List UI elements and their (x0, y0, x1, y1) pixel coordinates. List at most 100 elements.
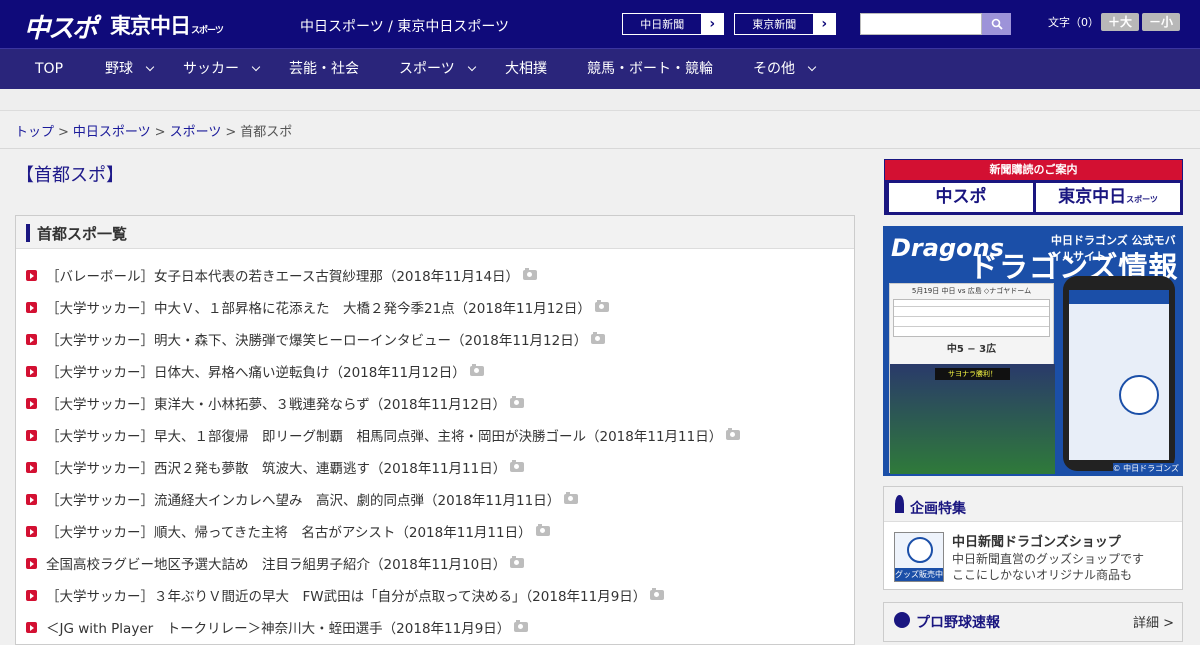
arrow-bullet-icon (26, 430, 37, 441)
mascot-icon (907, 537, 933, 563)
baseball-heading: プロ野球速報 (916, 615, 1000, 631)
list-item[interactable]: ［大学サッカー］３年ぶりＶ間近の早大 FW武田は「自分が点取って決める」（201… (16, 578, 856, 610)
subscribe-chuspo[interactable]: 中スポ (889, 183, 1033, 212)
phone-screen (1069, 290, 1169, 460)
list-item[interactable]: ［大学サッカー］順大、帰ってきた主将 名古がアシスト（2018年11月11日） (16, 514, 856, 546)
font-smaller-button[interactable]: －小 (1142, 13, 1180, 31)
article-link[interactable]: ［大学サッカー］西沢２発も夢散 筑波大、連覇逃す（2018年11月11日） (46, 457, 525, 477)
camera-icon (514, 620, 529, 632)
nav-soccer[interactable]: サッカー (183, 49, 261, 90)
sayonara-label: サヨナラ勝利！ (935, 368, 1010, 380)
camera-icon (594, 300, 609, 312)
main-nav: TOP 野球 サッカー 芸能・社会 スポーツ 大相撲 競馬・ボート・競輪 その他 (0, 48, 1200, 89)
dragons-mobile-banner[interactable]: Dragons 中日ドラゴンズ 公式モバイルサイト ドラゴンズ情報 5月19日 … (883, 226, 1183, 476)
article-link[interactable]: ［大学サッカー］早大、１部復帰 即リーグ制覇 相馬同点弾、主将・岡田が決勝ゴール… (46, 425, 741, 445)
dragons-copyright: © 中日ドラゴンズ (1112, 463, 1179, 474)
arrow-bullet-icon (26, 366, 37, 377)
list-item[interactable]: ［大学サッカー］明大・森下、決勝弾で爆笑ヒーローインタビュー（2018年11月1… (16, 322, 856, 354)
article-link[interactable]: ［大学サッカー］明大・森下、決勝弾で爆笑ヒーローインタビュー（2018年11月1… (46, 329, 606, 349)
font-larger-button[interactable]: ＋大 (1101, 13, 1139, 31)
article-link[interactable]: ［大学サッカー］中大Ｖ、１部昇格に花添えた 大橋２発今季21点（2018年11月… (46, 297, 609, 317)
arrow-bullet-icon (26, 270, 37, 281)
nav-label: 野球 (105, 61, 133, 77)
article-link[interactable]: ［大学サッカー］３年ぶりＶ間近の早大 FW武田は「自分が点取って決める」（201… (46, 585, 665, 605)
tokyo-shimbun-link[interactable]: 東京新聞 › (734, 13, 836, 35)
feature-description: 中日新聞直営のグッズショップです ここにしかないオリジナル商品も (952, 551, 1144, 583)
arrow-bullet-icon (26, 622, 37, 633)
feature-desc-line: ここにしかないオリジナル商品も (952, 568, 1133, 582)
nav-label: その他 (753, 61, 795, 77)
breadcrumb-sports[interactable]: スポーツ (170, 125, 222, 140)
feature-header: 企画特集 (884, 487, 1182, 522)
camera-icon (564, 492, 579, 504)
camera-icon (726, 428, 741, 440)
article-link[interactable]: ［大学サッカー］東洋大・小林拓夢、３戦連発ならず（2018年11月12日） (46, 393, 524, 413)
sub-nav-strip (0, 89, 1200, 111)
article-link[interactable]: ［バレーボール］女子日本代表の若きエース古賀紗理那（2018年11月14日） (46, 265, 538, 285)
chevron-right-icon: › (701, 14, 723, 34)
subscribe-tokyo-label: 東京中日 (1058, 187, 1127, 207)
nav-label: 大相撲 (505, 61, 547, 77)
nav-label: 競馬・ボート・競輪 (587, 61, 713, 77)
arrow-bullet-icon (26, 462, 37, 473)
baseball-detail-link[interactable]: 詳細 > (1133, 612, 1174, 631)
tokyo-chunichi-logo[interactable]: 東京中日スポーツ (110, 10, 224, 40)
chevron-down-icon (145, 62, 155, 72)
subscribe-banner[interactable]: 新聞購読のご案内 中スポ 東京中日スポーツ (884, 159, 1183, 215)
nav-sumo[interactable]: 大相撲 (505, 49, 547, 90)
list-item[interactable]: ［大学サッカー］早大、１部復帰 即リーグ制覇 相馬同点弾、主将・岡田が決勝ゴール… (16, 418, 856, 450)
list-item[interactable]: ［大学サッカー］流通経大インカレへ望み 高沢、劇的同点弾（2018年11月11日… (16, 482, 856, 514)
thumb-label: グッズ販売中 (895, 568, 943, 581)
chunichi-shimbun-link[interactable]: 中日新聞 › (622, 13, 724, 35)
ribbon-icon (895, 495, 904, 513)
baseball-icon (894, 612, 910, 628)
camera-icon (650, 588, 665, 600)
arrow-bullet-icon (26, 590, 37, 601)
phone-screen-header (1069, 290, 1169, 304)
list-header: 首都スポ一覧 (16, 216, 854, 249)
subscribe-tokyo-chunichi[interactable]: 東京中日スポーツ (1036, 183, 1180, 212)
camera-icon (510, 556, 525, 568)
list-item[interactable]: ［バレーボール］女子日本代表の若きエース古賀紗理那（2018年11月14日） (16, 258, 856, 290)
article-link[interactable]: 全国高校ラグビー地区予選大詰め 注目ラ組男子紹介（2018年11月10日） (46, 553, 525, 573)
search-button[interactable] (982, 13, 1011, 35)
arrow-bullet-icon (26, 526, 37, 537)
article-link[interactable]: ［大学サッカー］日体大、昇格へ痛い逆転負け（2018年11月12日） (46, 361, 484, 381)
list-item[interactable]: ［大学サッカー］中大Ｖ、１部昇格に花添えた 大橋２発今季21点（2018年11月… (16, 290, 856, 322)
chevron-down-icon (467, 62, 476, 72)
game-score: 中5 − 3広 (946, 344, 997, 355)
article-link[interactable]: ＜JG with Player トークリレー＞神奈川大・蛭田選手（2018年11… (46, 617, 529, 637)
list-item[interactable]: ＜JG with Player トークリレー＞神奈川大・蛭田選手（2018年11… (16, 610, 856, 642)
nav-baseball[interactable]: 野球 (105, 49, 155, 90)
heading-bar (26, 224, 30, 242)
game-date: 5月19日 中日 vs 広島 ◇ナゴヤドーム (911, 287, 1032, 295)
article-link[interactable]: ［大学サッカー］順大、帰ってきた主将 名古がアシスト（2018年11月11日） (46, 521, 550, 541)
chuspo-logo[interactable]: 中スポ (24, 8, 98, 45)
list-item[interactable]: 全国高校ラグビー地区予選大詰め 注目ラ組男子紹介（2018年11月10日） (16, 546, 856, 578)
dragons-shop-link[interactable]: 中日新聞ドラゴンズショップ (952, 531, 1121, 550)
arrow-bullet-icon (26, 494, 37, 505)
breadcrumb-chunichi-sports[interactable]: 中日スポーツ (73, 125, 151, 140)
nav-sports[interactable]: スポーツ (399, 49, 476, 90)
breadcrumb-bar: トップ > 中日スポーツ > スポーツ > 首都スポ (0, 111, 1200, 149)
article-list: ［バレーボール］女子日本代表の若きエース古賀紗理那（2018年11月14日） ［大… (16, 258, 856, 642)
article-link[interactable]: ［大学サッカー］流通経大インカレへ望み 高沢、劇的同点弾（2018年11月11日… (46, 489, 579, 509)
camera-icon (510, 460, 525, 472)
subscribe-title: 新聞購読のご案内 (885, 160, 1182, 180)
list-item[interactable]: ［大学サッカー］日体大、昇格へ痛い逆転負け（2018年11月12日） (16, 354, 856, 386)
list-item[interactable]: ［大学サッカー］東洋大・小林拓夢、３戦連発ならず（2018年11月12日） (16, 386, 856, 418)
nav-racing[interactable]: 競馬・ボート・競輪 (587, 49, 713, 90)
pro-baseball-box: プロ野球速報 詳細 > (883, 602, 1183, 642)
mascot-image (1119, 375, 1159, 415)
arrow-bullet-icon (26, 398, 37, 409)
subscribe-tokyo-small: スポーツ (1126, 195, 1158, 204)
camera-icon (523, 268, 538, 280)
dragons-shop-thumbnail[interactable]: グッズ販売中 (894, 532, 944, 582)
nav-entertainment[interactable]: 芸能・社会 (289, 49, 359, 90)
search-input[interactable] (860, 13, 982, 35)
breadcrumb-top[interactable]: トップ (15, 125, 54, 140)
camera-icon (535, 524, 550, 536)
list-item[interactable]: ［大学サッカー］西沢２発も夢散 筑波大、連覇逃す（2018年11月11日） (16, 450, 856, 482)
nav-other[interactable]: その他 (753, 49, 817, 90)
nav-top[interactable]: TOP (35, 49, 63, 90)
